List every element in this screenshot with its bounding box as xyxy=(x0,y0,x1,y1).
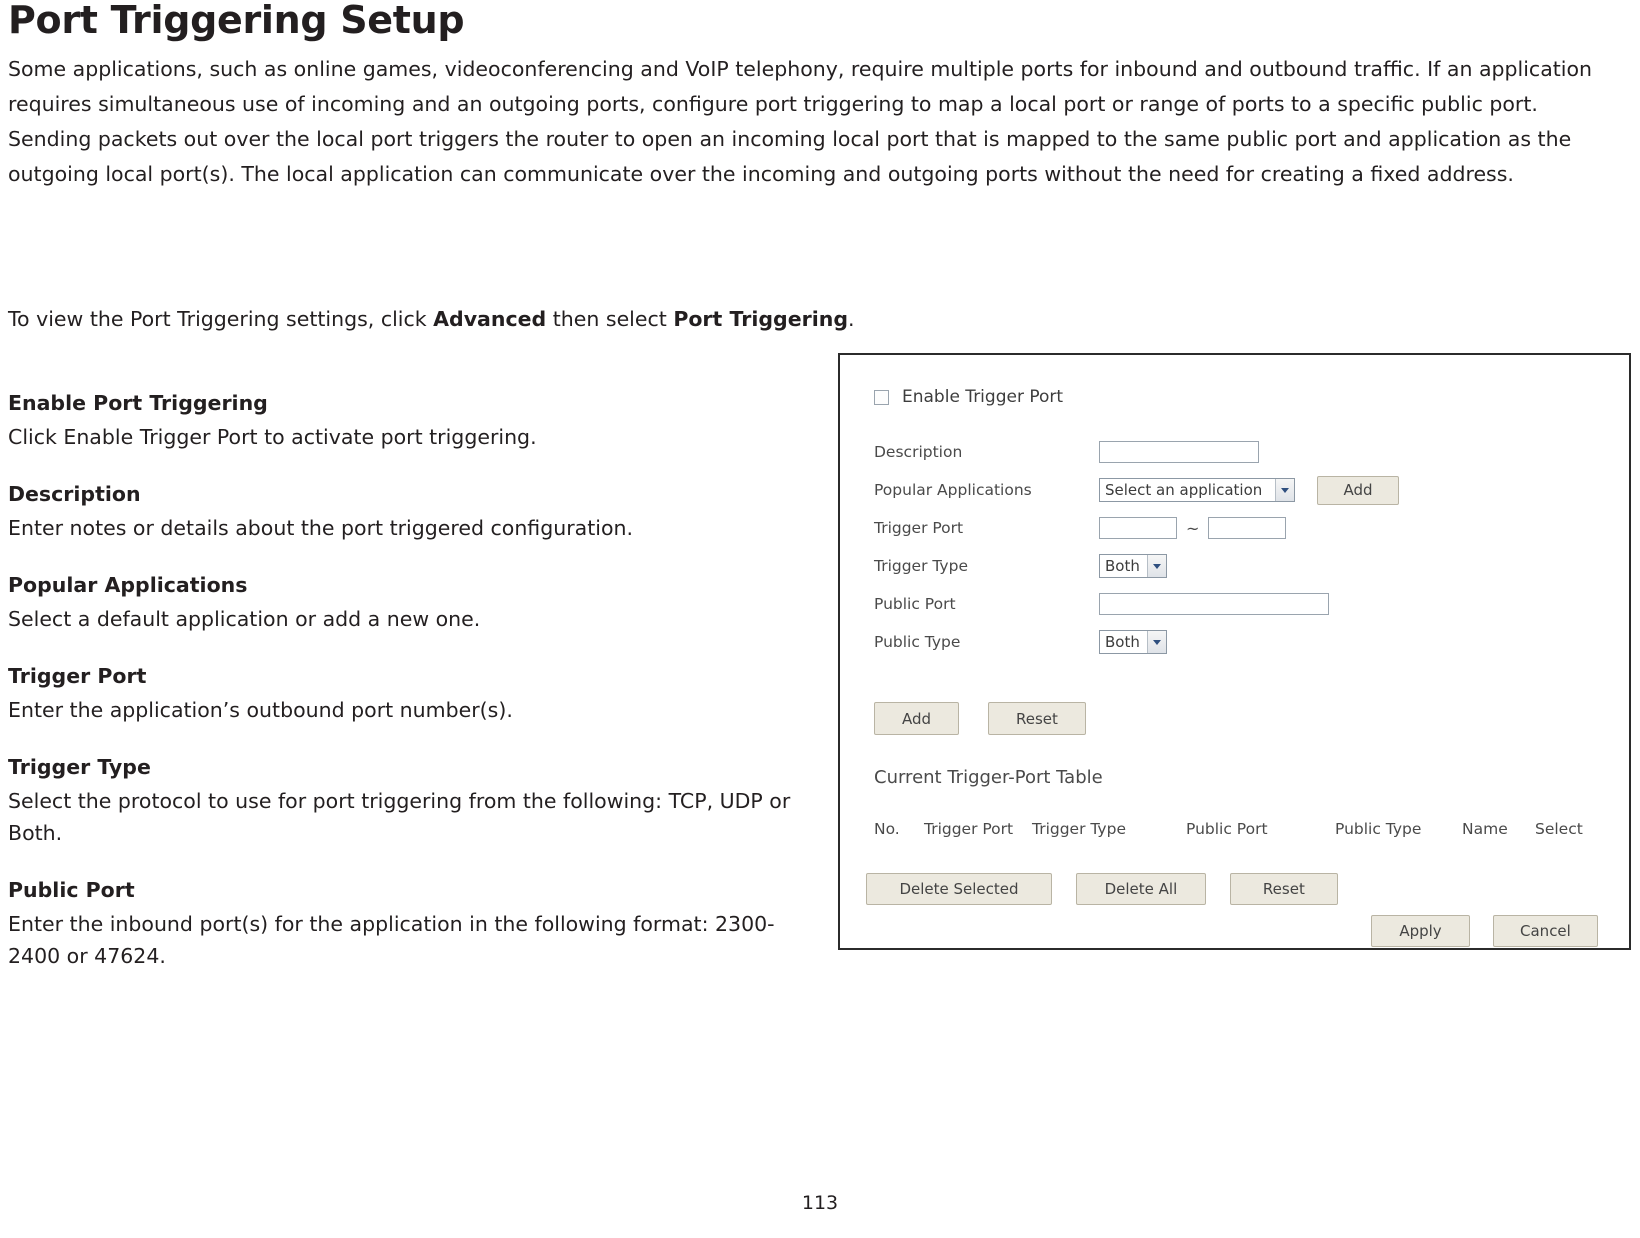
column-header-trigger-type: Trigger Type xyxy=(1032,820,1126,838)
enable-trigger-port-row[interactable]: Enable Trigger Port xyxy=(874,387,1063,407)
trigger-port-range-separator: ~ xyxy=(1186,518,1200,538)
enable-trigger-port-checkbox[interactable] xyxy=(874,389,889,405)
view-instruction-prefix: To view the Port Triggering settings, cl… xyxy=(8,307,434,331)
delete-selected-button[interactable]: Delete Selected xyxy=(866,873,1052,905)
footer-action-buttons: Apply Cancel xyxy=(1371,915,1598,947)
section-public-port: Public Port Enter the inbound port(s) fo… xyxy=(8,875,798,972)
public-port-label: Public Port xyxy=(874,595,956,613)
apply-button[interactable]: Apply xyxy=(1371,915,1470,947)
trigger-port-to-input[interactable] xyxy=(1208,517,1287,539)
document-page: Port Triggering Setup Some applications,… xyxy=(0,0,1640,1238)
public-port-input[interactable] xyxy=(1099,593,1329,615)
trigger-type-label: Trigger Type xyxy=(874,557,968,575)
column-header-public-type: Public Type xyxy=(1335,820,1422,838)
form-row-trigger-type: Trigger Type Both xyxy=(874,547,1594,585)
cancel-button[interactable]: Cancel xyxy=(1492,915,1598,947)
add-application-button[interactable]: Add xyxy=(1317,475,1399,505)
section-body: Enter the application’s outbound port nu… xyxy=(8,698,513,722)
section-popular-applications: Popular Applications Select a default ap… xyxy=(8,570,798,635)
intro-text: Some applications, such as online games,… xyxy=(8,57,1593,186)
form-row-public-port: Public Port xyxy=(874,585,1594,623)
intro-paragraph: Some applications, such as online games,… xyxy=(8,52,1618,192)
public-type-selected-value: Both xyxy=(1105,633,1140,651)
page-number: 113 xyxy=(801,1192,839,1214)
section-heading: Description xyxy=(8,482,141,506)
section-trigger-port: Trigger Port Enter the application’s out… xyxy=(8,661,798,726)
view-instruction-bold-port-triggering: Port Triggering xyxy=(673,307,849,331)
description-input[interactable] xyxy=(1099,441,1259,463)
trigger-port-from-input[interactable] xyxy=(1099,517,1177,539)
enable-trigger-port-label: Enable Trigger Port xyxy=(902,387,1064,407)
current-trigger-port-table-title: Current Trigger-Port Table xyxy=(874,767,1103,788)
section-heading: Popular Applications xyxy=(8,573,248,597)
section-body: Click Enable Trigger Port to activate po… xyxy=(8,425,537,449)
view-instruction: To view the Port Triggering settings, cl… xyxy=(8,303,855,336)
section-heading: Trigger Port xyxy=(8,664,147,688)
column-header-select: Select xyxy=(1535,820,1583,838)
section-body: Enter notes or details about the port tr… xyxy=(8,516,633,540)
view-instruction-suffix: . xyxy=(848,307,855,331)
section-heading: Trigger Type xyxy=(8,755,151,779)
table-action-buttons: Delete Selected Delete All Reset xyxy=(866,873,1338,905)
page-title: Port Triggering Setup xyxy=(8,0,465,42)
trigger-form: Description Popular Applications Select … xyxy=(874,433,1594,661)
public-type-label: Public Type xyxy=(874,633,961,651)
view-instruction-bold-advanced: Advanced xyxy=(433,307,547,331)
add-button[interactable]: Add xyxy=(874,702,959,735)
section-body: Select the protocol to use for port trig… xyxy=(8,789,791,845)
reset-form-button[interactable]: Reset xyxy=(987,702,1086,735)
reset-table-button[interactable]: Reset xyxy=(1229,873,1338,905)
trigger-type-select[interactable]: Both xyxy=(1099,554,1167,578)
view-instruction-middle: then select xyxy=(546,307,674,331)
popular-applications-label: Popular Applications xyxy=(874,481,1032,499)
chevron-down-icon xyxy=(1147,555,1166,577)
delete-all-button[interactable]: Delete All xyxy=(1075,873,1206,905)
form-action-buttons: Add Reset xyxy=(874,702,1086,735)
section-body: Select a default application or add a ne… xyxy=(8,607,481,631)
column-header-trigger-port: Trigger Port xyxy=(924,820,1014,838)
form-row-popular-applications: Popular Applications Select an applicati… xyxy=(874,471,1594,509)
section-heading: Public Port xyxy=(8,878,135,902)
popular-applications-select[interactable]: Select an application xyxy=(1099,478,1295,502)
column-header-public-port: Public Port xyxy=(1186,820,1268,838)
description-label: Description xyxy=(874,443,963,461)
popular-applications-selected-value: Select an application xyxy=(1105,481,1263,499)
chevron-down-icon xyxy=(1147,631,1166,653)
trigger-port-label: Trigger Port xyxy=(874,519,964,537)
section-enable-port-triggering: Enable Port Triggering Click Enable Trig… xyxy=(8,388,798,453)
chevron-down-icon xyxy=(1275,479,1294,501)
section-list: Enable Port Triggering Click Enable Trig… xyxy=(8,388,798,998)
section-trigger-type: Trigger Type Select the protocol to use … xyxy=(8,752,798,849)
section-description: Description Enter notes or details about… xyxy=(8,479,798,544)
column-header-name: Name xyxy=(1462,820,1508,838)
section-body: Enter the inbound port(s) for the applic… xyxy=(8,912,775,968)
public-type-select[interactable]: Both xyxy=(1099,630,1167,654)
form-row-description: Description xyxy=(874,433,1594,471)
trigger-type-selected-value: Both xyxy=(1105,557,1140,575)
form-row-public-type: Public Type Both xyxy=(874,623,1594,661)
router-ui-screenshot: Enable Trigger Port Description Popular … xyxy=(838,353,1631,950)
form-row-trigger-port: Trigger Port ~ xyxy=(874,509,1594,547)
section-heading: Enable Port Triggering xyxy=(8,391,268,415)
column-header-no: No. xyxy=(874,820,900,838)
